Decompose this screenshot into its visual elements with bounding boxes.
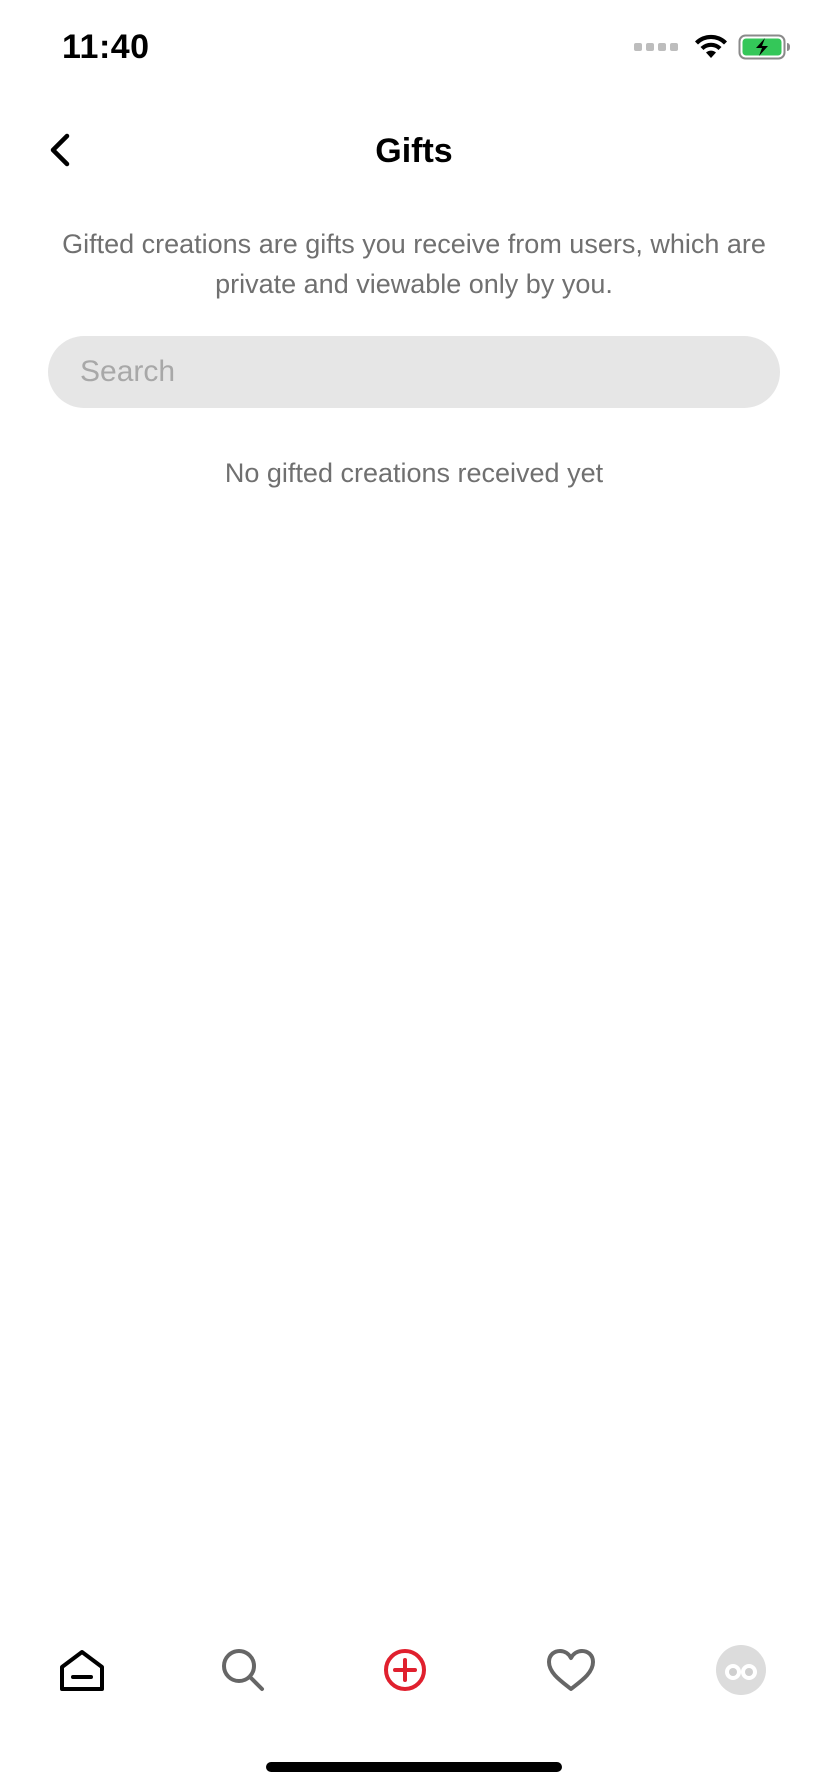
- navigation-bar: Gifts: [0, 110, 828, 190]
- tab-home[interactable]: [42, 1630, 122, 1710]
- battery-charging-icon: [738, 34, 790, 60]
- tab-bar: [0, 1630, 828, 1710]
- empty-state-message: No gifted creations received yet: [224, 458, 604, 488]
- status-icons: [634, 34, 792, 60]
- search-icon: [222, 1649, 264, 1691]
- tab-create[interactable]: [365, 1630, 445, 1710]
- tab-search[interactable]: [203, 1630, 283, 1710]
- gifts-description: Gifted creations are gifts you receive f…: [62, 229, 766, 299]
- heart-icon: [547, 1649, 595, 1691]
- home-indicator[interactable]: [266, 1762, 562, 1772]
- search-input[interactable]: [48, 336, 780, 408]
- page-title: Gifts: [375, 132, 453, 170]
- add-circle-icon: [384, 1649, 426, 1691]
- home-icon: [60, 1650, 104, 1691]
- profile-avatar-icon: [716, 1645, 766, 1695]
- tab-favorites[interactable]: [531, 1630, 611, 1710]
- tab-profile[interactable]: [701, 1630, 781, 1710]
- status-time: 11:40: [62, 28, 150, 66]
- status-bar: 11:40: [0, 0, 828, 100]
- wifi-icon: [695, 34, 727, 58]
- cellular-signal-icon: [634, 43, 678, 51]
